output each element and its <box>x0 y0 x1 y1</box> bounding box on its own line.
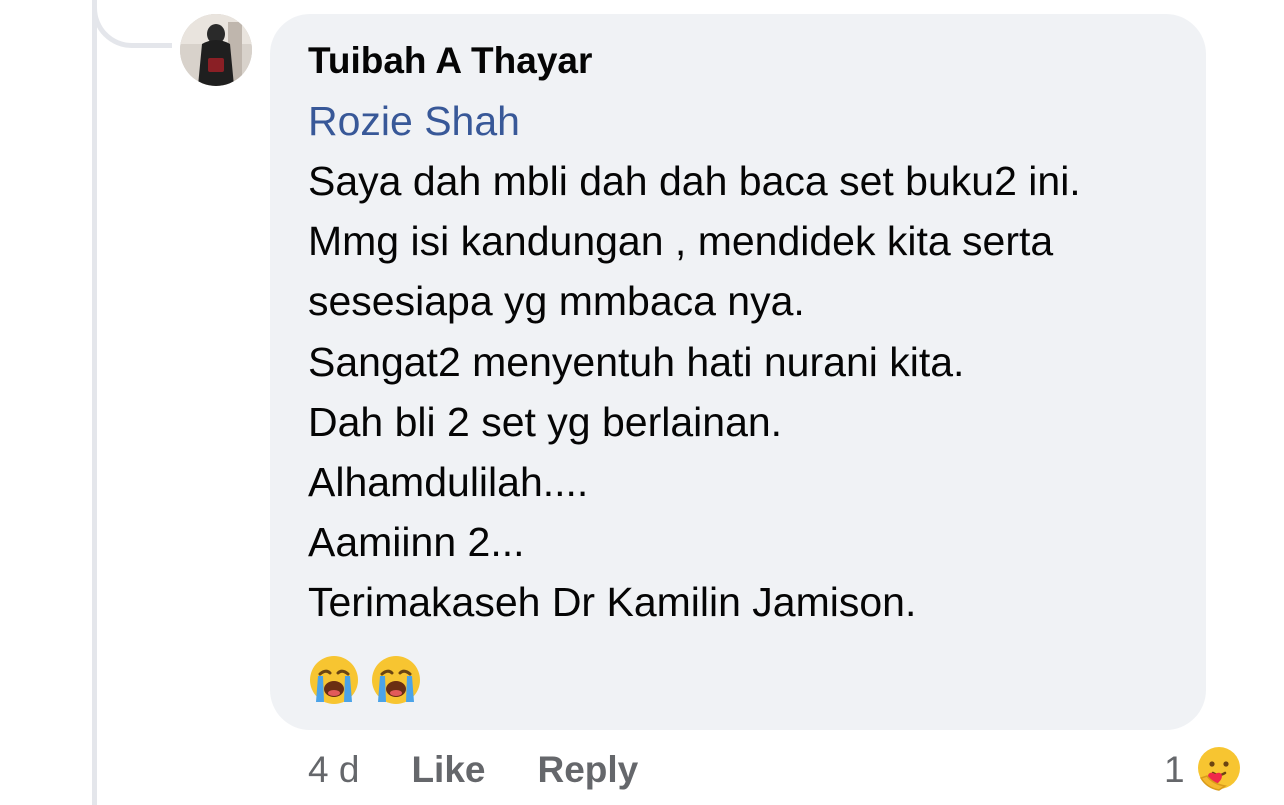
emoji-row <box>308 654 422 706</box>
mentioned-user-link[interactable]: Rozie Shah <box>308 98 520 145</box>
reply-button[interactable]: Reply <box>537 749 638 791</box>
like-button[interactable]: Like <box>411 749 485 791</box>
comment-timestamp[interactable]: 4 d <box>308 749 359 791</box>
thread-line <box>92 0 97 805</box>
loudly-crying-face-icon <box>310 656 358 704</box>
comment-line: Sangat2 menyentuh hati nurani kita. <box>308 338 965 385</box>
comment-line: Saya dah mbli dah dah baca set buku2 ini… <box>308 158 1081 204</box>
comment-actions: 4 d Like Reply <box>308 746 638 794</box>
care-reaction-icon <box>1197 747 1240 791</box>
comment-line: sesesiapa yg mmbaca nya. <box>308 278 805 325</box>
comment-thread: Tuibah A Thayar Rozie Shah Saya dah mbli… <box>0 0 1284 805</box>
comment-line: Alhamdulilah.... <box>308 458 589 505</box>
avatar[interactable] <box>180 14 252 86</box>
comment-line: Terimakaseh Dr Kamilin Jamison. <box>308 579 917 626</box>
comment-line: Mmg isi kandungan , mendidek kita serta <box>308 218 1054 265</box>
reaction-summary[interactable]: 1 <box>1164 740 1245 800</box>
reaction-count: 1 <box>1164 749 1185 790</box>
comment-line: Dah bli 2 set yg berlainan. <box>308 398 783 445</box>
comment-line: Aamiinn 2... <box>308 519 525 566</box>
comment-text: Saya dah mbli dah dah baca set buku2 ini… <box>308 158 1081 640</box>
comment-author-name[interactable]: Tuibah A Thayar <box>308 40 592 82</box>
thread-connector <box>92 0 172 48</box>
loudly-crying-face-icon <box>372 656 420 704</box>
